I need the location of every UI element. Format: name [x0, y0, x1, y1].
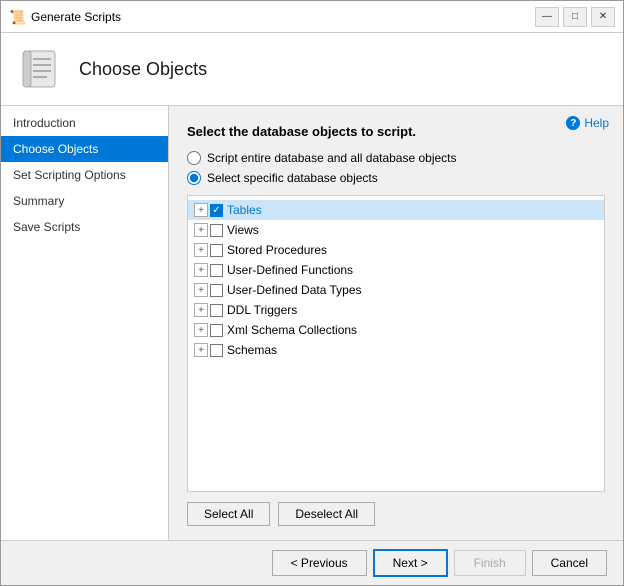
- content-area: ? Help Select the database objects to sc…: [169, 106, 623, 540]
- radio-specific-input[interactable]: [187, 171, 201, 185]
- tree-item-ddl-triggers[interactable]: + DDL Triggers: [188, 300, 604, 320]
- main-window: 📜 Generate Scripts — □ ✕ Choose Objects: [0, 0, 624, 586]
- tree-label-user-defined-data-types: User-Defined Data Types: [227, 283, 362, 297]
- help-icon: ?: [566, 116, 580, 130]
- tree-item-schemas[interactable]: + Schemas: [188, 340, 604, 360]
- scroll-svg-icon: [19, 47, 63, 91]
- select-buttons-group: Select All Deselect All: [187, 502, 605, 526]
- expand-btn-schemas[interactable]: +: [194, 343, 208, 357]
- title-bar-buttons: — □ ✕: [535, 7, 615, 27]
- next-button[interactable]: Next >: [373, 549, 448, 577]
- tree-item-tables[interactable]: +✓ Tables: [188, 200, 604, 220]
- tree-label-user-defined-functions: User-Defined Functions: [227, 263, 353, 277]
- radio-entire-database[interactable]: Script entire database and all database …: [187, 151, 605, 165]
- instruction-text: Select the database objects to script.: [187, 124, 605, 139]
- sidebar: Introduction Choose Objects Set Scriptin…: [1, 106, 169, 540]
- tree-item-stored-procedures[interactable]: + Stored Procedures: [188, 240, 604, 260]
- previous-button[interactable]: < Previous: [272, 550, 367, 576]
- help-link[interactable]: ? Help: [566, 116, 609, 130]
- tree-item-user-defined-data-types[interactable]: + User-Defined Data Types: [188, 280, 604, 300]
- title-bar: 📜 Generate Scripts — □ ✕: [1, 1, 623, 33]
- radio-specific-label: Select specific database objects: [207, 171, 378, 185]
- tree-label-views: Views: [227, 223, 259, 237]
- radio-specific-objects[interactable]: Select specific database objects: [187, 171, 605, 185]
- checkbox-tables[interactable]: ✓: [210, 204, 223, 217]
- checkbox-user-defined-functions[interactable]: [210, 264, 223, 277]
- expand-btn-user-defined-data-types[interactable]: +: [194, 283, 208, 297]
- expand-btn-xml-schema-collections[interactable]: +: [194, 323, 208, 337]
- tree-label-schemas: Schemas: [227, 343, 277, 357]
- checkbox-ddl-triggers[interactable]: [210, 304, 223, 317]
- cancel-button[interactable]: Cancel: [532, 550, 607, 576]
- app-icon: 📜: [9, 9, 25, 25]
- sidebar-item-summary[interactable]: Summary: [1, 188, 168, 214]
- tree-item-views[interactable]: + Views: [188, 220, 604, 240]
- window-title: Generate Scripts: [31, 10, 121, 24]
- page-title: Choose Objects: [79, 59, 207, 80]
- radio-entire-label: Script entire database and all database …: [207, 151, 457, 165]
- expand-btn-tables[interactable]: +: [194, 203, 208, 217]
- expand-btn-views[interactable]: +: [194, 223, 208, 237]
- tree-label-stored-procedures: Stored Procedures: [227, 243, 327, 257]
- header-icon: [17, 45, 65, 93]
- tree-label-tables: Tables: [227, 203, 262, 217]
- tree-item-user-defined-functions[interactable]: + User-Defined Functions: [188, 260, 604, 280]
- title-bar-left: 📜 Generate Scripts: [9, 9, 121, 25]
- footer: < Previous Next > Finish Cancel: [1, 540, 623, 585]
- checkbox-xml-schema-collections[interactable]: [210, 324, 223, 337]
- checkbox-views[interactable]: [210, 224, 223, 237]
- checkbox-user-defined-data-types[interactable]: [210, 284, 223, 297]
- tree-label-xml-schema-collections: Xml Schema Collections: [227, 323, 357, 337]
- sidebar-item-introduction[interactable]: Introduction: [1, 110, 168, 136]
- select-all-button[interactable]: Select All: [187, 502, 270, 526]
- finish-button[interactable]: Finish: [454, 550, 526, 576]
- close-button[interactable]: ✕: [591, 7, 615, 27]
- sidebar-item-set-scripting-options[interactable]: Set Scripting Options: [1, 162, 168, 188]
- expand-btn-user-defined-functions[interactable]: +: [194, 263, 208, 277]
- checkbox-schemas[interactable]: [210, 344, 223, 357]
- checkbox-stored-procedures[interactable]: [210, 244, 223, 257]
- radio-group: Script entire database and all database …: [187, 151, 605, 185]
- radio-entire-database-input[interactable]: [187, 151, 201, 165]
- expand-btn-ddl-triggers[interactable]: +: [194, 303, 208, 317]
- tree-label-ddl-triggers: DDL Triggers: [227, 303, 297, 317]
- header-section: Choose Objects: [1, 33, 623, 106]
- main-area: Introduction Choose Objects Set Scriptin…: [1, 106, 623, 540]
- tree-item-xml-schema-collections[interactable]: + Xml Schema Collections: [188, 320, 604, 340]
- objects-tree[interactable]: +✓Tables+Views+Stored Procedures+User-De…: [187, 195, 605, 492]
- sidebar-item-save-scripts[interactable]: Save Scripts: [1, 214, 168, 240]
- deselect-all-button[interactable]: Deselect All: [278, 502, 375, 526]
- help-label: Help: [584, 116, 609, 130]
- minimize-button[interactable]: —: [535, 7, 559, 27]
- sidebar-item-choose-objects[interactable]: Choose Objects: [1, 136, 168, 162]
- maximize-button[interactable]: □: [563, 7, 587, 27]
- expand-btn-stored-procedures[interactable]: +: [194, 243, 208, 257]
